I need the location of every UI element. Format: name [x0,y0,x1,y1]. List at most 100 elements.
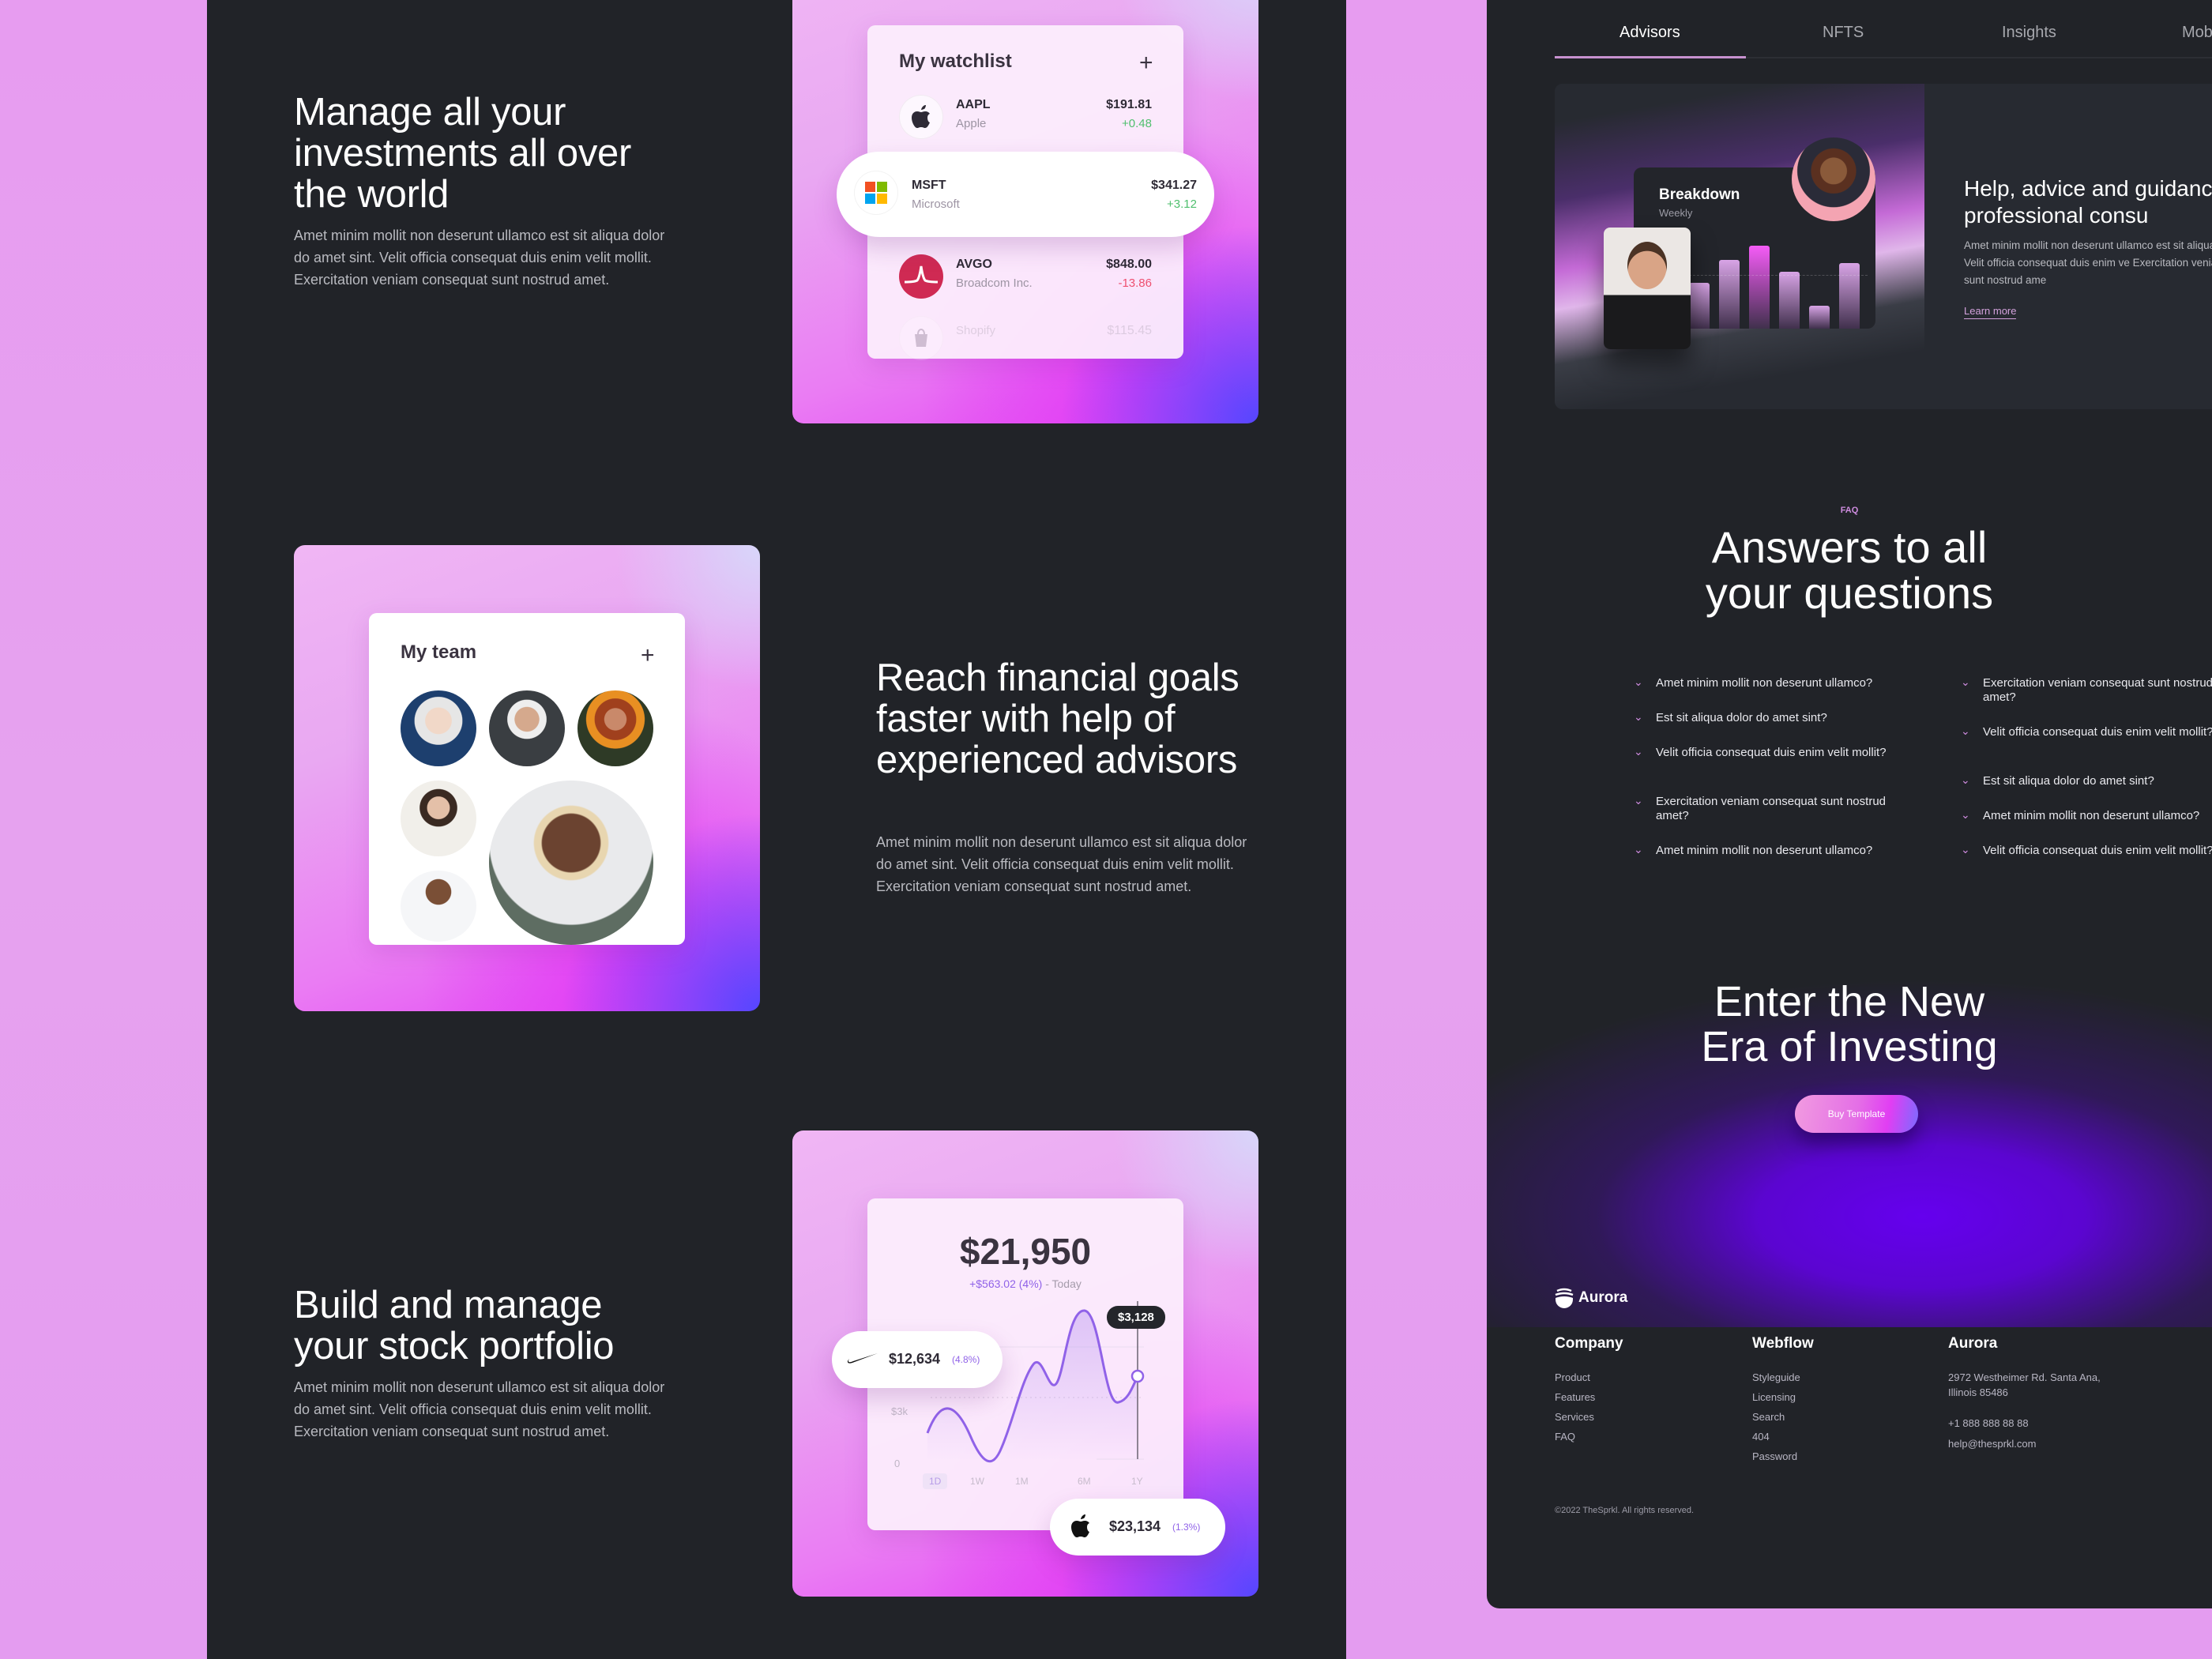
team-member-avatar[interactable] [401,690,476,766]
company-name: Shopify [956,324,996,337]
cta-heading: Enter the New Era of Investing [1701,978,1998,1070]
apple-pct: (1.3%) [1172,1522,1201,1533]
apple-logo-icon [1071,1514,1089,1537]
footer-link[interactable]: Services [1555,1409,1721,1424]
company-name: Broadcom Inc. [956,276,1033,290]
breakdown-bar [1839,263,1860,329]
chevron-down-icon: ⌄ [1961,773,1970,786]
watchlist-item[interactable]: AVGO Broadcom Inc. $848.00 -13.86 [867,248,1183,319]
price: $341.27 [1151,179,1197,192]
active-tab-indicator [1555,56,1746,58]
footer-brand: Aurora [1578,1289,1628,1306]
footer-link[interactable]: Password [1752,1449,1918,1464]
chevron-down-icon: ⌄ [1961,724,1970,737]
faq-item[interactable]: ⌄ Est sit aliqua dolor do amet sint? [1634,710,1917,725]
chevron-down-icon: ⌄ [1634,794,1643,807]
watchlist-title: My watchlist [899,51,1012,72]
footer-link[interactable]: Styleguide [1752,1370,1918,1385]
breakdown-bar [1689,283,1710,329]
chevron-down-icon: ⌄ [1961,843,1970,856]
range-1m[interactable]: 1M [1015,1476,1029,1487]
plus-icon[interactable]: + [1139,51,1153,75]
tab-nfts[interactable]: NFTS [1823,24,1864,42]
tab-insights[interactable]: Insights [2002,24,2056,42]
breakdown-bar [1719,260,1740,329]
breakdown-title: Breakdown [1659,186,1740,203]
faq-question: Velit officia consequat duis enim velit … [1983,844,2212,857]
plus-icon[interactable]: + [641,644,655,668]
footer-link[interactable]: +1 888 888 88 88 [1948,1416,2114,1431]
footer-link[interactable]: Search [1752,1409,1918,1424]
footer-link[interactable]: help@thesprkl.com [1948,1436,2114,1451]
team-member-avatar[interactable] [401,871,476,942]
nike-value: $12,634 [889,1351,941,1367]
price-change: +0.48 [1122,117,1152,130]
faq-item[interactable]: ⌄ Amet minim mollit non deserunt ullamco? [1634,843,1917,858]
watchlist-item[interactable]: Shopify $115.45 [867,310,1183,381]
footer-link[interactable]: 2972 Westheimer Rd. Santa Ana, Illinois … [1948,1370,2114,1400]
breakdown-bar [1749,246,1770,329]
apple-holding-pill[interactable]: $23,134 (1.3%) [1050,1499,1225,1556]
watchlist-item-highlighted[interactable]: MSFT Microsoft $341.27 +3.12 [837,152,1214,237]
footer-link[interactable]: Product [1555,1370,1721,1385]
footer-link[interactable]: Licensing [1752,1390,1918,1405]
team-member-avatar-featured[interactable] [489,781,653,945]
section1-heading: Manage all your investments all over the… [294,91,632,216]
faq-item[interactable]: ⌄ Amet minim mollit non deserunt ullamco? [1634,675,1917,690]
ticker: AAPL [956,98,991,111]
advisor-face [1627,242,1667,289]
portfolio-illustration: $21,950 +$563.02 (4%) - Today $3k 0 $3,1… [792,1130,1258,1597]
shopify-logo-icon [899,316,943,360]
faq-item[interactable]: ⌄ Est sit aliqua dolor do amet sint? [1961,773,2212,788]
faq-question: Velit officia consequat duis enim velit … [1983,725,2212,739]
footer-link[interactable]: Features [1555,1390,1721,1405]
chart-point[interactable] [1130,1369,1145,1383]
price: $191.81 [1106,98,1152,111]
nike-holding-pill[interactable]: $12,634 (4.8%) [832,1331,1003,1388]
faq-item[interactable]: ⌄ Velit officia consequat duis enim velit… [1961,843,2212,858]
learn-more-link[interactable]: Learn more [1964,305,2017,319]
tab-mobile[interactable]: Mob [2182,24,2212,42]
footer-link[interactable]: FAQ [1555,1429,1721,1444]
range-selector: 1D 1W 1M 6M 1Y [923,1473,1160,1492]
section2-body: Amet minim mollit non deserunt ullamco e… [876,834,1247,894]
company-name: Apple [956,117,987,130]
footer-link[interactable]: 404 [1752,1429,1918,1444]
watchlist-item[interactable]: AAPL Apple $191.81 +0.48 [867,88,1183,160]
breakdown-average-line [1689,274,1868,276]
team-member-avatar[interactable] [401,781,476,856]
buy-template-button[interactable]: Buy Template [1795,1095,1918,1133]
faq-item[interactable]: ⌄ Velit officia consequat duis enim velit… [1634,745,1917,760]
faq-question: Exercitation veniam consequat sunt nostr… [1656,795,1886,822]
range-1y[interactable]: 1Y [1131,1476,1143,1487]
faq-item[interactable]: ⌄ Exercitation veniam consequat sunt nost… [1961,675,2212,705]
team-member-avatar[interactable] [577,690,653,766]
ticker: MSFT [912,179,946,192]
team-member-avatar[interactable] [489,690,565,766]
footer-logo[interactable]: Aurora [1555,1288,1627,1308]
advisor-avatar-round[interactable] [1792,137,1875,221]
watchlist-illustration: My watchlist + AAPL Apple $191.81 +0.48 … [792,0,1258,423]
advisor-photo-card[interactable] [1604,228,1691,349]
tab-advisors[interactable]: Advisors [1620,24,1680,42]
aurora-logo-icon [1555,1288,1574,1308]
section3-body: Amet minim mollit non deserunt ullamco e… [294,1379,665,1439]
section3-heading: Build and manage your stock portfolio [294,1284,615,1367]
advisor-feature-card: Breakdown Weekly Help, advice and guidan… [1555,84,2212,409]
breakdown-bar [1809,306,1830,329]
faq-item[interactable]: ⌄ Exercitation veniam consequat sunt nost… [1634,794,1917,823]
nike-logo-icon [847,1353,878,1364]
range-1w[interactable]: 1W [970,1476,984,1487]
footer-column-title: Aurora [1948,1335,1998,1352]
faq-item[interactable]: ⌄ Amet minim mollit non deserunt ullamco? [1961,808,2212,823]
price-change: -13.86 [1118,276,1152,290]
advisor-heading: Help, advice and guidance from professio… [1964,176,2212,228]
chart-tooltip: $3,128 [1107,1306,1165,1329]
microsoft-logo-icon [854,171,898,215]
range-1d[interactable]: 1D [923,1473,948,1489]
faq-item[interactable]: ⌄ Velit officia consequat duis enim velit… [1961,724,2212,739]
nike-pct: (4.8%) [952,1354,980,1365]
company-name: Microsoft [912,198,960,211]
range-6m[interactable]: 6M [1078,1476,1091,1487]
price: $115.45 [1107,324,1152,337]
